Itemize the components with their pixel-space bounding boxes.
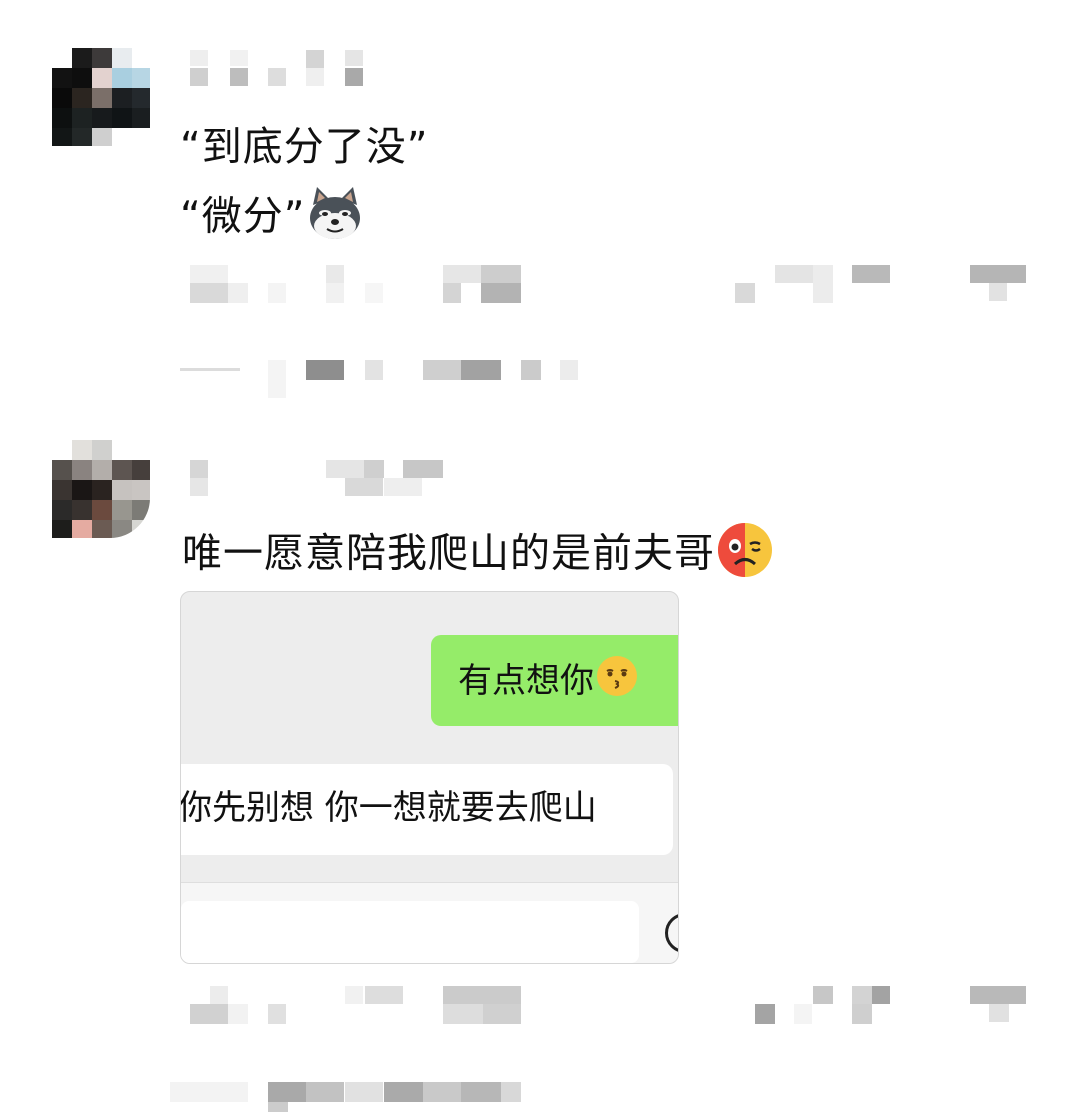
received-message-bubble: 你先别想 你一想就要去爬山 (180, 764, 673, 855)
comment-text-line-2-label: “微分” (180, 193, 306, 240)
avatar[interactable] (52, 48, 150, 146)
sent-message-text: 有点想你 (458, 655, 638, 710)
comment-text: 唯一愿意陪我爬山的是前夫哥 (182, 522, 773, 589)
avatar[interactable] (52, 440, 150, 538)
received-message-text: 你先别想 你一想就要去爬山 (180, 788, 597, 828)
comment-text-line-1: “到底分了没” (180, 124, 429, 170)
chat-input-field[interactable] (181, 901, 639, 963)
doge-dog-emoji-icon (307, 185, 363, 252)
chat-input-bar (181, 882, 678, 963)
chat-screenshot-image[interactable]: 有点想你 你先别想 你一想就要去爬山 (180, 591, 679, 964)
kissing-face-emoji-icon (596, 655, 638, 710)
comment-text-line-2: “微分” (180, 185, 363, 252)
sent-message-label: 有点想你 (458, 661, 594, 701)
sent-message-bubble: 有点想你 (431, 635, 678, 726)
comment-text-label: 唯一愿意陪我爬山的是前夫哥 (182, 530, 715, 577)
voice-icon[interactable] (665, 913, 678, 953)
weary-flushed-face-emoji-icon (717, 522, 773, 589)
